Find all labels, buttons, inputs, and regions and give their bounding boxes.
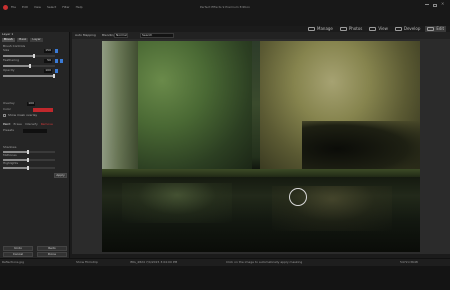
show-filmstrip-toggle[interactable]: Show Filmstrip xyxy=(76,261,98,264)
midtones-row: Midtones xyxy=(3,153,17,157)
mode-intensify[interactable]: Intensify xyxy=(25,123,38,126)
search-input[interactable]: Search xyxy=(140,33,174,38)
opacity-row: Opacity 100 xyxy=(3,69,67,73)
menu-select[interactable]: Select xyxy=(47,6,56,9)
size-field[interactable]: 150 xyxy=(44,49,52,53)
highlights-slider[interactable] xyxy=(3,166,55,170)
mode-paint[interactable]: Paint xyxy=(3,123,10,126)
file-info: IMG_4824 7/4/2015 3:04:00 PM xyxy=(130,260,178,264)
left-cliff xyxy=(102,41,138,176)
preset-row: Presets xyxy=(3,129,67,133)
window-title: Perfect Effects 9 Premium Edition xyxy=(199,6,251,9)
size-row: Size 150 xyxy=(3,49,67,53)
eyedropper-icon[interactable] xyxy=(55,69,58,73)
brush-cursor xyxy=(289,188,307,206)
eyedropper-icon[interactable] xyxy=(55,49,58,53)
tab-brush[interactable]: Brush xyxy=(2,38,15,42)
status-bar: Reflections.jpg Show Filmstrip IMG_4824 … xyxy=(0,258,450,266)
overlay-row: Overlay 100 xyxy=(3,101,35,106)
feathering-slider[interactable] xyxy=(3,64,55,68)
canvas-toolbar: Auto Mapping Blending Normal Search xyxy=(72,32,450,39)
tab-mask[interactable]: Mask xyxy=(16,38,29,42)
left-panel: Layer 1 Brush Mask Layer Brush Controls … xyxy=(0,32,70,258)
highlights-row: Highlights xyxy=(3,161,19,165)
develop-icon xyxy=(394,27,402,31)
bottom-button-row-2: Cancel Done xyxy=(3,252,67,257)
image-size: 5472×3648 xyxy=(400,260,418,264)
menu-edit[interactable]: Edit xyxy=(22,6,28,9)
menu-filter[interactable]: Filter xyxy=(62,6,69,9)
done-button[interactable]: Done xyxy=(37,252,67,257)
preset-select[interactable] xyxy=(23,129,47,133)
redo-button[interactable]: Redo xyxy=(37,246,67,251)
eyedropper-icon[interactable] xyxy=(60,59,63,63)
menu-view[interactable]: View xyxy=(34,6,41,9)
menu-file[interactable]: File xyxy=(11,6,16,9)
panel-title: Layer 1 xyxy=(2,32,14,36)
close-icon[interactable]: ✕ xyxy=(441,2,445,6)
bottom-button-row-1: Undo Redo xyxy=(3,246,67,251)
feathering-row: Feathering 50 xyxy=(3,59,67,63)
grid-icon xyxy=(308,27,315,31)
canvas xyxy=(72,39,450,254)
show-mask-label: Show mask overlay xyxy=(8,113,38,117)
feathering-field[interactable]: 50 xyxy=(44,59,52,63)
cancel-button[interactable]: Cancel xyxy=(3,252,33,257)
forest-reflection xyxy=(122,183,232,223)
show-mask-checkbox[interactable] xyxy=(3,114,6,117)
main-menu: File Edit View Select Filter Help xyxy=(11,6,83,9)
opacity-slider[interactable] xyxy=(3,74,55,78)
maximize-icon[interactable] xyxy=(433,4,437,7)
app-logo-icon xyxy=(3,5,8,10)
menu-help[interactable]: Help xyxy=(76,6,83,9)
mode-remove[interactable]: Remove xyxy=(41,123,53,126)
status-hint: Click on the image to automatically appl… xyxy=(226,260,303,264)
blending-select[interactable]: Normal xyxy=(114,33,128,38)
status-filename: Reflections.jpg xyxy=(2,260,25,264)
opacity-field[interactable]: 100 xyxy=(44,69,52,73)
panel-tabs: Brush Mask Layer xyxy=(2,38,43,42)
minimize-icon[interactable] xyxy=(425,4,429,7)
overlay-field[interactable]: 100 xyxy=(27,102,35,106)
eyedropper-icon[interactable] xyxy=(55,59,58,63)
photo-icon xyxy=(339,27,347,31)
shadows-row: Shadows xyxy=(3,145,17,149)
footer-area xyxy=(0,266,450,290)
eye-icon xyxy=(369,27,377,31)
auto-mapping-toggle[interactable]: Auto Mapping xyxy=(75,34,96,37)
mode-erase[interactable]: Erase xyxy=(13,123,21,126)
mask-color-swatch[interactable] xyxy=(33,108,53,112)
tab-layer[interactable]: Layer xyxy=(30,38,43,42)
undo-button[interactable]: Undo xyxy=(3,246,33,251)
apply-button[interactable]: Apply xyxy=(54,173,67,178)
menu-bar: File Edit View Select Filter Help Perfec… xyxy=(0,0,450,26)
color-row: Color xyxy=(3,108,67,112)
edit-icon xyxy=(427,27,435,31)
size-slider[interactable] xyxy=(3,54,55,58)
brush-mode-row: Paint Erase Intensify Remove xyxy=(3,123,53,126)
photo-preview[interactable] xyxy=(102,41,420,252)
